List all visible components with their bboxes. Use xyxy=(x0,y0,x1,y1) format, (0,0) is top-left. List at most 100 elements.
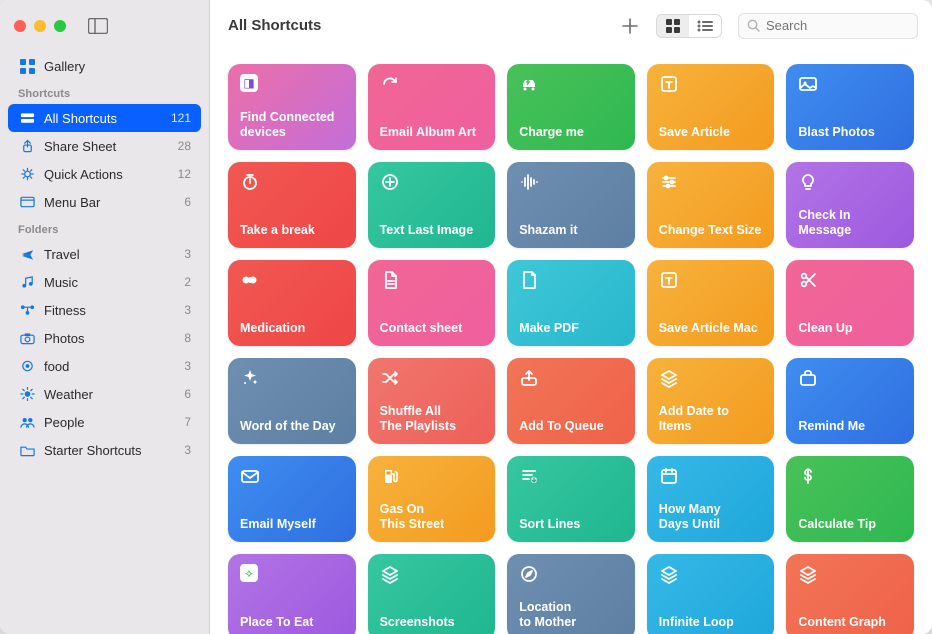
shortcut-tile[interactable]: ⟡Place To Eat xyxy=(228,554,356,634)
gear-icon xyxy=(18,167,36,181)
minimize-window-button[interactable] xyxy=(34,20,46,32)
sidebar-item-gallery[interactable]: Gallery xyxy=(8,52,201,80)
sidebar-folder-travel[interactable]: Travel3 xyxy=(8,240,201,268)
shortcut-tile[interactable]: Content Graph xyxy=(786,554,914,634)
shortcut-tile-label: Save Article Mac xyxy=(659,321,763,336)
scissors-icon xyxy=(798,270,902,290)
shortcut-tile[interactable]: Word of the Day xyxy=(228,358,356,444)
shortcut-tile[interactable]: Email Myself xyxy=(228,456,356,542)
sidebar-folder-food[interactable]: food3 xyxy=(8,352,201,380)
shortcut-tile-label: Text Last Image xyxy=(380,223,484,238)
shortcut-tile-label: How ManyDays Until xyxy=(659,502,763,532)
compass-icon xyxy=(519,564,623,584)
page-title: All Shortcuts xyxy=(224,17,604,34)
shortcut-tile[interactable]: Sort Lines xyxy=(507,456,635,542)
shortcut-tile-label: Screenshots xyxy=(380,615,484,630)
text-square-icon xyxy=(659,74,763,94)
shortcut-tile[interactable]: Clean Up xyxy=(786,260,914,346)
folder-icon xyxy=(18,443,36,457)
timer-icon xyxy=(240,172,344,192)
shortcut-tile-label: Email Album Art xyxy=(380,125,484,140)
shortcut-tile[interactable]: Save Article Mac xyxy=(647,260,775,346)
close-window-button[interactable] xyxy=(14,20,26,32)
people-icon xyxy=(18,415,36,429)
sidebar-item-label: Gallery xyxy=(44,59,191,74)
shortcut-tile[interactable]: How ManyDays Until xyxy=(647,456,775,542)
sidebar-folder-fitness[interactable]: Fitness3 xyxy=(8,296,201,324)
shortcut-tile[interactable]: Blast Photos xyxy=(786,64,914,150)
sidebar-folder-photos[interactable]: Photos8 xyxy=(8,324,201,352)
shortcut-tile[interactable]: Make PDF xyxy=(507,260,635,346)
sidebar-item-count: 7 xyxy=(184,415,191,429)
window-titlebar xyxy=(0,0,209,52)
shortcut-tile[interactable]: Infinite Loop xyxy=(647,554,775,634)
shortcut-tile[interactable]: Email Album Art xyxy=(368,64,496,150)
shortcut-tile[interactable]: Remind Me xyxy=(786,358,914,444)
sidebar-folder-starter-shortcuts[interactable]: Starter Shortcuts3 xyxy=(8,436,201,464)
shortcut-tile[interactable]: Text Last Image xyxy=(368,162,496,248)
grid-view-button[interactable] xyxy=(657,15,689,37)
bulb-icon xyxy=(798,172,902,192)
shortcut-tile[interactable]: Shazam it xyxy=(507,162,635,248)
shortcut-tile-label: Add To Queue xyxy=(519,419,623,434)
sidebar-item-count: 6 xyxy=(184,387,191,401)
shortcut-tile[interactable]: Charge me xyxy=(507,64,635,150)
sidebar-folder-weather[interactable]: Weather6 xyxy=(8,380,201,408)
sidebar-item-share-sheet[interactable]: Share Sheet28 xyxy=(8,132,201,160)
shortcut-tile-label: Gas OnThis Street xyxy=(380,502,484,532)
shortcut-tile-label: Change Text Size xyxy=(659,223,763,238)
shortcut-tile[interactable]: Add Date to Items xyxy=(647,358,775,444)
shortcut-tile-label: Clean Up xyxy=(798,321,902,336)
add-shortcut-button[interactable] xyxy=(612,13,648,39)
shortcut-tile[interactable]: Change Text Size xyxy=(647,162,775,248)
waveform-icon xyxy=(519,172,623,192)
shortcut-tile[interactable]: Medication xyxy=(228,260,356,346)
shortcut-tile[interactable]: Save Article xyxy=(647,64,775,150)
sidebar-item-label: Photos xyxy=(44,331,184,346)
photo-icon xyxy=(798,74,902,94)
sidebar-item-label: Quick Actions xyxy=(44,167,178,182)
layers-icon xyxy=(380,564,484,584)
shortcut-tile[interactable]: Contact sheet xyxy=(368,260,496,346)
sidebar-item-count: 121 xyxy=(171,111,191,125)
menubar-icon xyxy=(18,195,36,209)
layers-icon xyxy=(659,368,763,388)
sidebar-item-quick-actions[interactable]: Quick Actions12 xyxy=(8,160,201,188)
gas-icon xyxy=(380,466,484,486)
shortcut-tile[interactable]: ◨Find Connected devices xyxy=(228,64,356,150)
calendar-icon xyxy=(659,466,763,486)
shortcut-tile[interactable]: Shuffle AllThe Playlists xyxy=(368,358,496,444)
toggle-sidebar-button[interactable] xyxy=(88,18,108,34)
shortcut-tile[interactable]: Locationto Mother xyxy=(507,554,635,634)
zoom-window-button[interactable] xyxy=(54,20,66,32)
shortcut-tile[interactable]: Calculate Tip xyxy=(786,456,914,542)
layers-icon xyxy=(798,564,902,584)
sidebar-item-count: 3 xyxy=(184,443,191,457)
plus-circle-icon xyxy=(380,172,484,192)
shortcut-tile[interactable]: Check In Message xyxy=(786,162,914,248)
sidebar-item-label: All Shortcuts xyxy=(44,111,171,126)
shortcut-tile[interactable]: Add To Queue xyxy=(507,358,635,444)
dollar-icon xyxy=(798,466,902,486)
search-field[interactable] xyxy=(738,13,918,39)
sidebar-folder-people[interactable]: People7 xyxy=(8,408,201,436)
shortcut-tile-label: Blast Photos xyxy=(798,125,902,140)
sidebar-folder-music[interactable]: Music2 xyxy=(8,268,201,296)
shortcut-tile[interactable]: Screenshots xyxy=(368,554,496,634)
shortcut-tile-label: Sort Lines xyxy=(519,517,623,532)
sidebar-item-label: People xyxy=(44,415,184,430)
sidebar-item-label: Starter Shortcuts xyxy=(44,443,184,458)
sort-icon xyxy=(519,466,623,486)
shortcut-tile[interactable]: Take a break xyxy=(228,162,356,248)
search-input[interactable] xyxy=(766,18,932,33)
shortcuts-scroll-area[interactable]: ◨Find Connected devices Email Album Art Ch… xyxy=(210,52,932,634)
shortcuts-grid: ◨Find Connected devices Email Album Art Ch… xyxy=(228,64,914,634)
shortcut-tile-label: Email Myself xyxy=(240,517,344,532)
sidebar-item-all-shortcuts[interactable]: All Shortcuts121 xyxy=(8,104,201,132)
main-content: All Shortcuts ◨Find Connected devices xyxy=(210,0,932,634)
list-view-button[interactable] xyxy=(689,15,721,37)
sidebar-item-menu-bar[interactable]: Menu Bar6 xyxy=(8,188,201,216)
shortcut-tile-label: Shuffle AllThe Playlists xyxy=(380,404,484,434)
shortcut-tile[interactable]: Gas OnThis Street xyxy=(368,456,496,542)
bolt-car-icon xyxy=(519,74,623,94)
